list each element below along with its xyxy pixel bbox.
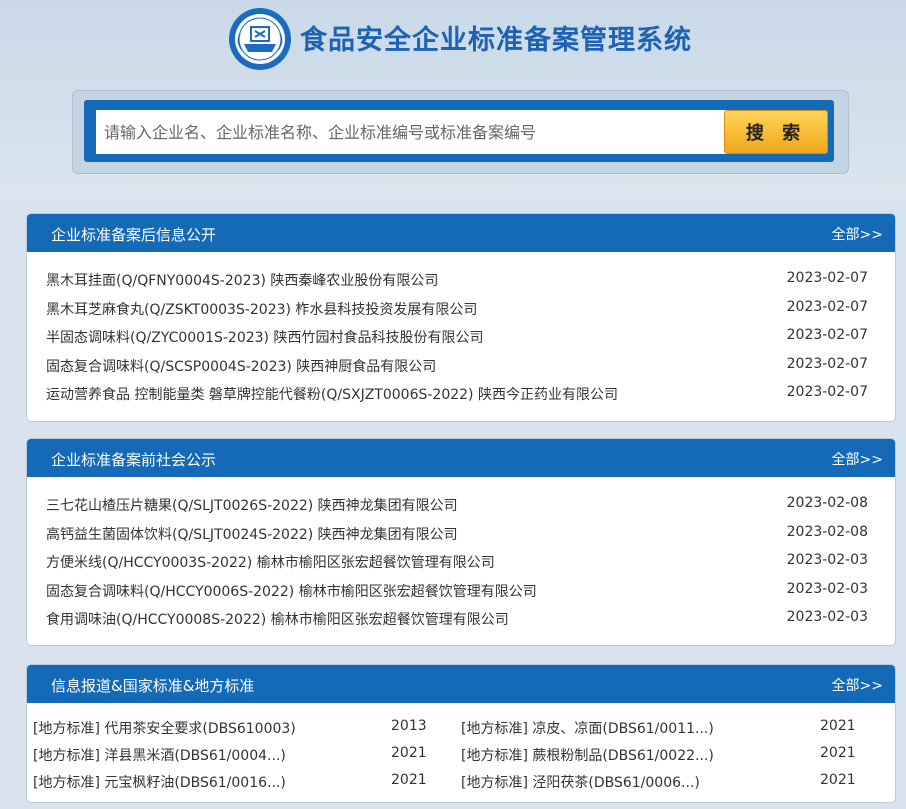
item-link[interactable]: 方便米线(Q/HCCY0003S-2022) 榆林市榆阳区张宏超餐饮管理有限公司 — [46, 552, 495, 572]
list-item: 三七花山楂压片糖果(Q/SLJT0026S-2022) 陕西神龙集团有限公司 20… — [27, 491, 895, 520]
panel-header: 企业标准备案后信息公开 全部>> — [27, 214, 895, 252]
site-title: 食品安全企业标准备案管理系统 — [300, 25, 692, 56]
search-area: 搜 索 — [72, 90, 849, 174]
item-date: 2023-02-07 — [786, 355, 868, 372]
item-date: 2023-02-07 — [786, 327, 868, 343]
item-date: 2023-02-07 — [786, 270, 868, 286]
item-link[interactable]: [地方标准] 蕨根粉制品(DBS61/0022...) — [461, 748, 714, 764]
item-date: 2023-02-03 — [786, 552, 868, 568]
item-link[interactable]: 半固态调味料(Q/ZYC0001S-2023) 陕西竹园村食品科技股份有限公司 — [46, 327, 483, 347]
item-link[interactable]: 食用调味油(Q/HCCY0008S-2022) 榆林市榆阳区张宏超餐饮管理有限公… — [46, 609, 509, 629]
item-link[interactable]: [地方标准] 凉皮、凉面(DBS61/0011...) — [461, 721, 714, 737]
list-item: 半固态调味料(Q/ZYC0001S-2023) 陕西竹园村食品科技股份有限公司 2… — [27, 323, 895, 352]
item-year: 2021 — [820, 772, 856, 788]
item-link[interactable]: 固态复合调味料(Q/HCCY0006S-2022) 榆林市榆阳区张宏超餐饮管理有… — [46, 581, 537, 601]
view-all-link[interactable]: 全部>> — [832, 449, 883, 469]
news-list: 黑木耳挂面(Q/QFNY0004S-2023) 陕西秦峰农业股份有限公司 2023… — [27, 252, 895, 409]
view-all-link[interactable]: 全部>> — [832, 675, 883, 695]
item-date: 2023-02-03 — [786, 609, 868, 625]
item-year: 2021 — [391, 745, 427, 761]
post-filing-disclosure-panel: 企业标准备案后信息公开 全部>> 黑木耳挂面(Q/QFNY0004S-2023)… — [26, 213, 896, 422]
panel-title: 企业标准备案前社会公示 — [51, 451, 217, 469]
panel-header: 信息报道&国家标准&地方标准 全部>> — [27, 665, 895, 703]
list-item: 黑木耳挂面(Q/QFNY0004S-2023) 陕西秦峰农业股份有限公司 2023… — [27, 266, 895, 295]
item-link[interactable]: 三七花山楂压片糖果(Q/SLJT0026S-2022) 陕西神龙集团有限公司 — [46, 495, 458, 515]
health-supervision-logo[interactable] — [226, 6, 294, 72]
list-item: 黑木耳芝麻食丸(Q/ZSKT0003S-2023) 柞水县科技投资发展有限公司 2… — [27, 295, 895, 324]
item-date: 2023-02-08 — [786, 523, 868, 540]
item-link[interactable]: 黑木耳芝麻食丸(Q/ZSKT0003S-2023) 柞水县科技投资发展有限公司 — [46, 299, 477, 319]
panel-title: 企业标准备案后信息公开 — [51, 226, 217, 244]
item-link[interactable]: 固态复合调味料(Q/SCSP0004S-2023) 陕西神厨食品有限公司 — [46, 356, 436, 376]
panel-header: 企业标准备案前社会公示 全部>> — [27, 439, 895, 477]
list-item: 运动营养食品 控制能量类 磐草牌控能代餐粉(Q/SXJZT0006S-2022)… — [27, 380, 895, 409]
grid-item: [地方标准] 蕨根粉制品(DBS61/0022...) — [461, 745, 714, 771]
item-year: 2021 — [820, 718, 856, 734]
item-year: 2021 — [391, 772, 427, 788]
list-item: 食用调味油(Q/HCCY0008S-2022) 榆林市榆阳区张宏超餐饮管理有限公… — [27, 605, 895, 634]
item-link[interactable]: [地方标准] 元宝枫籽油(DBS61/0016...) — [33, 775, 286, 791]
item-date: 2023-02-07 — [786, 384, 868, 400]
item-date: 2023-02-08 — [786, 495, 868, 511]
list-item: 方便米线(Q/HCCY0003S-2022) 榆林市榆阳区张宏超餐饮管理有限公司… — [27, 548, 895, 577]
pre-filing-public-notice-panel: 企业标准备案前社会公示 全部>> 三七花山楂压片糖果(Q/SLJT0026S-2… — [26, 438, 896, 646]
list-item: 固态复合调味料(Q/SCSP0004S-2023) 陕西神厨食品有限公司 2023… — [27, 352, 895, 381]
list-item: 固态复合调味料(Q/HCCY0006S-2022) 榆林市榆阳区张宏超餐饮管理有… — [27, 577, 895, 606]
grid-item: [地方标准] 洋县黑米酒(DBS61/0004...) — [33, 745, 286, 771]
item-link[interactable]: 黑木耳挂面(Q/QFNY0004S-2023) 陕西秦峰农业股份有限公司 — [46, 270, 438, 290]
grid-item: [地方标准] 凉皮、凉面(DBS61/0011...) — [461, 718, 714, 744]
grid-item: [地方标准] 泾阳茯茶(DBS61/0006...) — [461, 772, 700, 798]
search-bar: 搜 索 — [84, 100, 834, 162]
view-all-link[interactable]: 全部>> — [832, 224, 883, 244]
item-link[interactable]: 高钙益生菌固体饮料(Q/SLJT0024S-2022) 陕西神龙集团有限公司 — [46, 524, 458, 544]
list-item: 高钙益生菌固体饮料(Q/SLJT0024S-2022) 陕西神龙集团有限公司 20… — [27, 520, 895, 549]
item-link[interactable]: [地方标准] 代用茶安全要求(DBS610003) — [33, 721, 296, 737]
site-header: 食品安全企业标准备案管理系统 — [0, 0, 906, 80]
item-date: 2023-02-03 — [786, 580, 868, 597]
item-year: 2013 — [391, 718, 427, 734]
item-link[interactable]: [地方标准] 洋县黑米酒(DBS61/0004...) — [33, 748, 286, 764]
item-date: 2023-02-07 — [786, 298, 868, 315]
item-link[interactable]: 运动营养食品 控制能量类 磐草牌控能代餐粉(Q/SXJZT0006S-2022)… — [46, 384, 618, 404]
item-link[interactable]: [地方标准] 泾阳茯茶(DBS61/0006...) — [461, 775, 700, 791]
item-year: 2021 — [820, 745, 856, 761]
search-button[interactable]: 搜 索 — [724, 110, 828, 154]
standards-news-panel: 信息报道&国家标准&地方标准 全部>> [地方标准] 代用茶安全要求(DBS61… — [26, 664, 896, 803]
search-input[interactable] — [96, 110, 730, 154]
news-list: 三七花山楂压片糖果(Q/SLJT0026S-2022) 陕西神龙集团有限公司 20… — [27, 477, 895, 634]
panel-title: 信息报道&国家标准&地方标准 — [51, 677, 255, 695]
grid-item: [地方标准] 元宝枫籽油(DBS61/0016...) — [33, 772, 286, 798]
grid-item: [地方标准] 代用茶安全要求(DBS610003) — [33, 718, 296, 744]
